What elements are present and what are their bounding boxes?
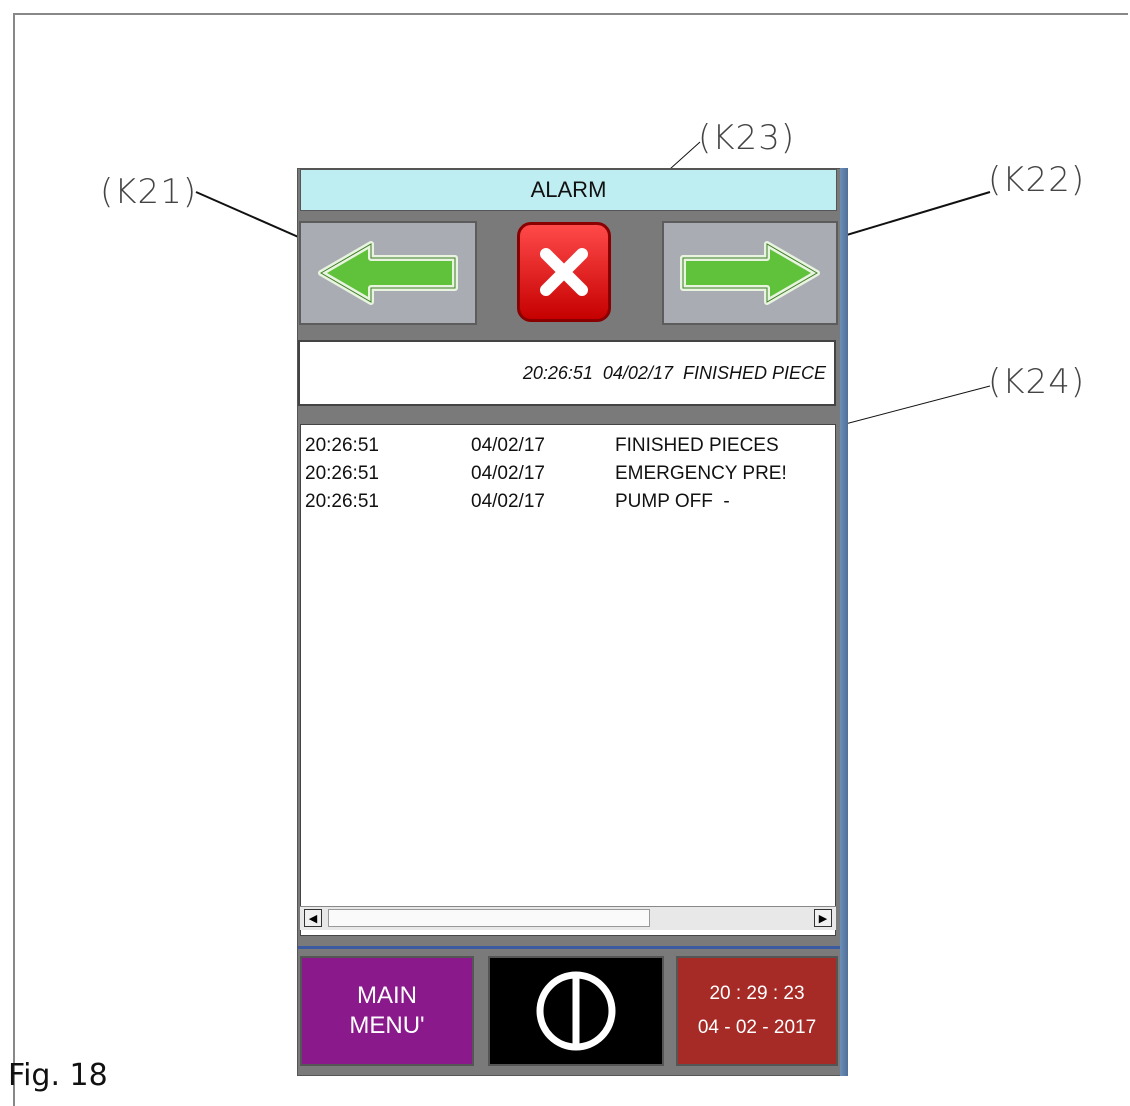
alarm-message: FINISHED PIECES — [615, 435, 779, 456]
clock-time: 20 : 29 : 23 — [709, 983, 805, 1004]
alarm-history-list[interactable]: 20:26:51 04/02/17 FINISHED PIECES 20:26:… — [300, 424, 836, 936]
figure-caption: Fig. 18 — [8, 1058, 108, 1093]
main-menu-button[interactable]: MAIN MENU' — [300, 956, 474, 1066]
screen-title: ALARM — [300, 169, 837, 211]
main-menu-label-line1: MAIN — [357, 982, 417, 1009]
power-button[interactable] — [488, 956, 664, 1066]
alarm-message: EMERGENCY PRE! — [615, 463, 787, 484]
alarm-time: 20:26:51 — [305, 463, 379, 484]
scroll-right-icon[interactable]: ▶ — [814, 909, 832, 927]
alarm-message: PUMP OFF - — [615, 491, 730, 512]
callout-k24: (K24) — [988, 362, 1086, 402]
left-arrow-icon — [318, 241, 458, 305]
scroll-thumb[interactable] — [328, 909, 650, 927]
right-arrow-icon — [680, 241, 820, 305]
clock-date: 04 - 02 - 2017 — [697, 1017, 817, 1038]
power-icon — [536, 971, 616, 1051]
main-menu-label-line2: MENU' — [349, 1012, 425, 1039]
alarm-time: 20:26:51 — [305, 491, 379, 512]
list-item[interactable]: 20:26:51 04/02/17 EMERGENCY PRE! — [305, 463, 835, 487]
previous-alarm-button[interactable] — [299, 221, 477, 325]
current-alarm-text: 20:26:51 04/02/17 FINISHED PIECE — [522, 362, 826, 383]
callout-k21: (K21) — [100, 172, 198, 212]
footer-divider — [298, 946, 840, 949]
callout-k23: (K23) — [698, 118, 796, 158]
close-alarm-button[interactable] — [517, 222, 611, 322]
next-alarm-button[interactable] — [662, 221, 838, 325]
scroll-left-icon[interactable]: ◀ — [304, 909, 322, 927]
alarm-time: 20:26:51 — [305, 435, 379, 456]
horizontal-scrollbar[interactable]: ◀ ▶ — [300, 906, 836, 930]
clock-display: 20 : 29 : 23 04 - 02 - 2017 — [676, 956, 838, 1066]
alarm-date: 04/02/17 — [471, 463, 545, 484]
list-item[interactable]: 20:26:51 04/02/17 FINISHED PIECES — [305, 435, 835, 459]
callout-k22: (K22) — [988, 160, 1086, 200]
alarm-date: 04/02/17 — [471, 491, 545, 512]
close-x-icon — [540, 248, 588, 296]
list-item[interactable]: 20:26:51 04/02/17 PUMP OFF - — [305, 491, 835, 515]
current-alarm-line: 20:26:51 04/02/17 FINISHED PIECE — [298, 340, 836, 406]
panel-edge — [840, 168, 848, 1076]
k24-leader — [829, 385, 991, 429]
k21-leader — [195, 191, 313, 244]
alarm-date: 04/02/17 — [471, 435, 545, 456]
